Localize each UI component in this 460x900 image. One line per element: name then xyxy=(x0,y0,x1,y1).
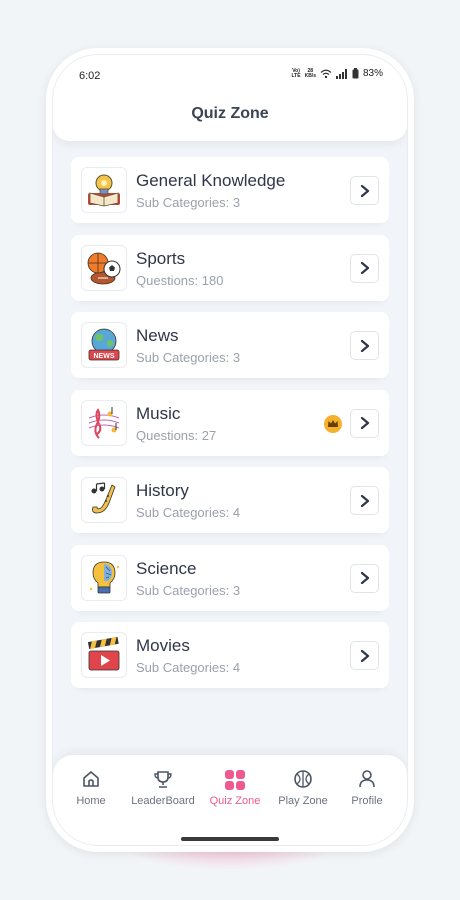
status-time: 6:02 xyxy=(79,70,101,82)
category-title: Music xyxy=(136,403,181,423)
category-card-sports[interactable]: Sports Questions: 180 xyxy=(71,234,389,301)
category-card-science[interactable]: Science Sub Categories: 3 xyxy=(71,544,389,611)
category-subtitle: Sub Categories: 3 xyxy=(136,350,241,365)
nav-home[interactable]: Home xyxy=(53,769,129,807)
nav-leaderboard[interactable]: LeaderBoard xyxy=(125,769,201,807)
page-title: Quiz Zone xyxy=(191,105,269,122)
battery-icon xyxy=(352,68,359,79)
status-bar: 6:02 Vo) LTE 28 KB/s 83% xyxy=(53,55,407,93)
chevron-right-icon[interactable] xyxy=(350,176,379,205)
music-notes-icon xyxy=(81,399,127,446)
app-screen: 6:02 Vo) LTE 28 KB/s 83% Quiz Zone Gener… xyxy=(52,54,408,846)
lightbulb-book-icon xyxy=(81,167,127,213)
category-card-history[interactable]: History Sub Categories: 4 xyxy=(71,467,389,533)
nav-profile[interactable]: Profile xyxy=(329,769,405,807)
battery-percentage: 83% xyxy=(362,68,383,79)
app-header: Quiz Zone xyxy=(53,93,407,141)
signal-icon xyxy=(335,68,347,79)
category-card-music[interactable]: Music Questions: 27 xyxy=(71,389,389,456)
nav-label: Quiz Zone xyxy=(209,795,261,807)
category-title: Movies xyxy=(136,636,190,655)
premium-crown-icon xyxy=(323,414,343,439)
chevron-right-icon[interactable] xyxy=(350,563,379,593)
nav-label: Profile xyxy=(351,795,383,807)
category-card-movies[interactable]: Movies Sub Categories: 4 xyxy=(71,622,389,688)
chevron-right-icon[interactable] xyxy=(350,486,379,515)
grid-icon xyxy=(197,769,273,791)
category-card-news[interactable]: NEWS News Sub Categories: 3 xyxy=(71,312,389,378)
category-subtitle: Sub Categories: 3 xyxy=(136,582,241,598)
category-subtitle: Questions: 180 xyxy=(136,272,224,288)
category-subtitle: Sub Categories: 4 xyxy=(136,505,241,520)
chevron-right-icon[interactable] xyxy=(350,253,379,283)
nav-quiz-zone[interactable]: Quiz Zone xyxy=(197,769,273,807)
category-card-general-knowledge[interactable]: General Knowledge Sub Categories: 3 xyxy=(71,157,389,223)
category-list: General Knowledge Sub Categories: 3 Spor… xyxy=(71,157,389,700)
balls-icon xyxy=(81,244,127,291)
nav-label: LeaderBoard xyxy=(131,795,195,807)
bottom-navigation: Home LeaderBoard Quiz Zone Play Zone Pro… xyxy=(53,755,407,845)
chevron-right-icon[interactable] xyxy=(350,331,379,360)
volte-indicator: Vo) LTE xyxy=(291,67,301,79)
trophy-icon xyxy=(125,769,201,791)
nav-label: Home xyxy=(76,795,106,807)
home-indicator[interactable] xyxy=(181,837,279,841)
clapperboard-icon xyxy=(81,632,127,678)
svg-text:NEWS: NEWS xyxy=(94,353,115,360)
wifi-icon xyxy=(320,69,332,78)
category-subtitle: Sub Categories: 4 xyxy=(136,660,241,675)
category-title: General Knowledge xyxy=(136,171,286,190)
user-icon xyxy=(329,769,405,791)
globe-news-icon: NEWS xyxy=(81,322,127,368)
status-icons: Vo) LTE 28 KB/s 83% xyxy=(291,67,383,79)
nav-label: Play Zone xyxy=(278,795,328,807)
category-title: News xyxy=(136,326,179,345)
phone-frame: 6:02 Vo) LTE 28 KB/s 83% Quiz Zone Gener… xyxy=(46,48,414,852)
network-speed: 28 KB/s xyxy=(304,67,316,79)
category-subtitle: Questions: 27 xyxy=(136,427,217,443)
category-title: Sports xyxy=(136,248,186,268)
category-title: Science xyxy=(136,558,197,578)
home-icon xyxy=(53,769,129,791)
saxophone-icon xyxy=(81,477,127,523)
chevron-right-icon[interactable] xyxy=(350,641,379,670)
chevron-right-icon[interactable] xyxy=(350,408,379,438)
category-title: History xyxy=(136,481,189,500)
lightbulb-brain-icon xyxy=(81,554,127,601)
category-subtitle: Sub Categories: 3 xyxy=(136,195,241,210)
